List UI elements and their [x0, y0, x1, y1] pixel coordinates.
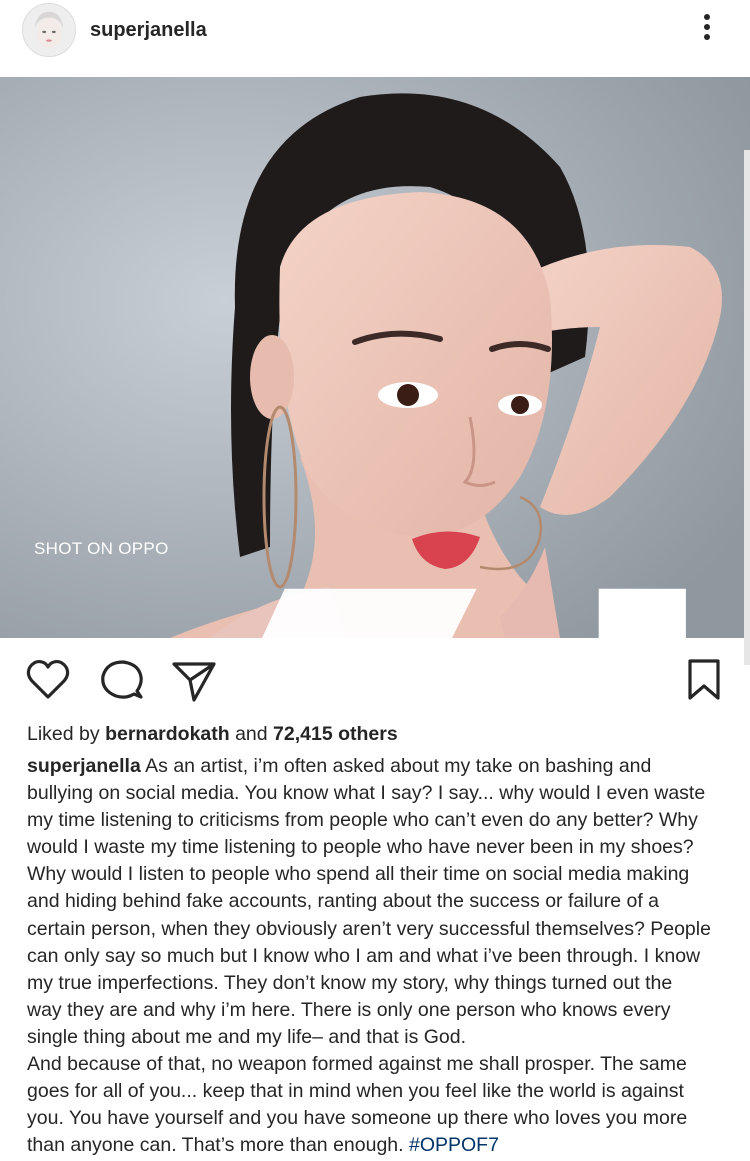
- bookmark-icon[interactable]: [680, 656, 728, 704]
- more-vertical-icon[interactable]: [696, 14, 718, 46]
- caption-line: you. You have yourself and you have some…: [27, 1107, 688, 1130]
- shot-on-oppo-watermark: SHOT ON OPPO: [34, 535, 686, 638]
- caption-line: way they are and why i’m here. There is …: [27, 998, 671, 1021]
- caption-line: And because of that, no weapon formed ag…: [27, 1053, 687, 1076]
- post-photo[interactable]: SHOT ON OPPO: [0, 77, 750, 638]
- caption-text: As an artist, i’m often asked about my t…: [140, 755, 652, 777]
- likes-prefix: Liked by: [27, 723, 106, 745]
- caption-line: would I waste my time listening to peopl…: [27, 836, 694, 859]
- caption-line: than anyone can. That’s more than enough…: [27, 1132, 732, 1159]
- caption-line: Why would I listen to people who spend a…: [27, 863, 690, 886]
- caption-line: bullying on social media. You know what …: [27, 782, 706, 805]
- comment-icon[interactable]: [98, 656, 146, 704]
- caption-line: superjanella As an artist, i’m often ask…: [27, 753, 732, 780]
- caption: superjanella As an artist, i’m often ask…: [27, 753, 732, 1159]
- likes-connector: and: [229, 723, 274, 745]
- post-header: superjanella: [0, 0, 750, 62]
- likes-count[interactable]: 72,415 others: [273, 723, 398, 745]
- caption-text: than anyone can. That’s more than enough…: [27, 1134, 409, 1157]
- paper-plane-icon[interactable]: [170, 656, 218, 704]
- caption-username[interactable]: superjanella: [27, 755, 141, 777]
- ai-logo-icon: [262, 588, 686, 638]
- username[interactable]: superjanella: [90, 19, 207, 42]
- liked-by-user[interactable]: bernardokath: [105, 723, 230, 745]
- caption-line: and hiding behind fake accounts, ranting…: [27, 890, 659, 913]
- profile-avatar-icon: [23, 4, 75, 56]
- caption-line: my true imperfections. They don’t know m…: [27, 971, 673, 994]
- heart-icon[interactable]: [24, 656, 72, 704]
- hashtag-link[interactable]: #OPPOF7: [409, 1134, 499, 1156]
- caption-line: single thing about me and my life– and t…: [27, 1025, 467, 1048]
- caption-line: goes for all of you... keep that in mind…: [27, 1080, 684, 1103]
- scrollbar[interactable]: [744, 150, 750, 665]
- caption-line: can only say so much but I know who I am…: [27, 944, 701, 967]
- caption-line: my time listening to criticisms from peo…: [27, 809, 698, 832]
- action-bar: [0, 656, 750, 706]
- avatar[interactable]: [22, 3, 76, 57]
- likes-summary: Liked by bernardokath and 72,415 others: [27, 723, 398, 746]
- caption-line: certain person, when they obviously aren…: [27, 917, 711, 940]
